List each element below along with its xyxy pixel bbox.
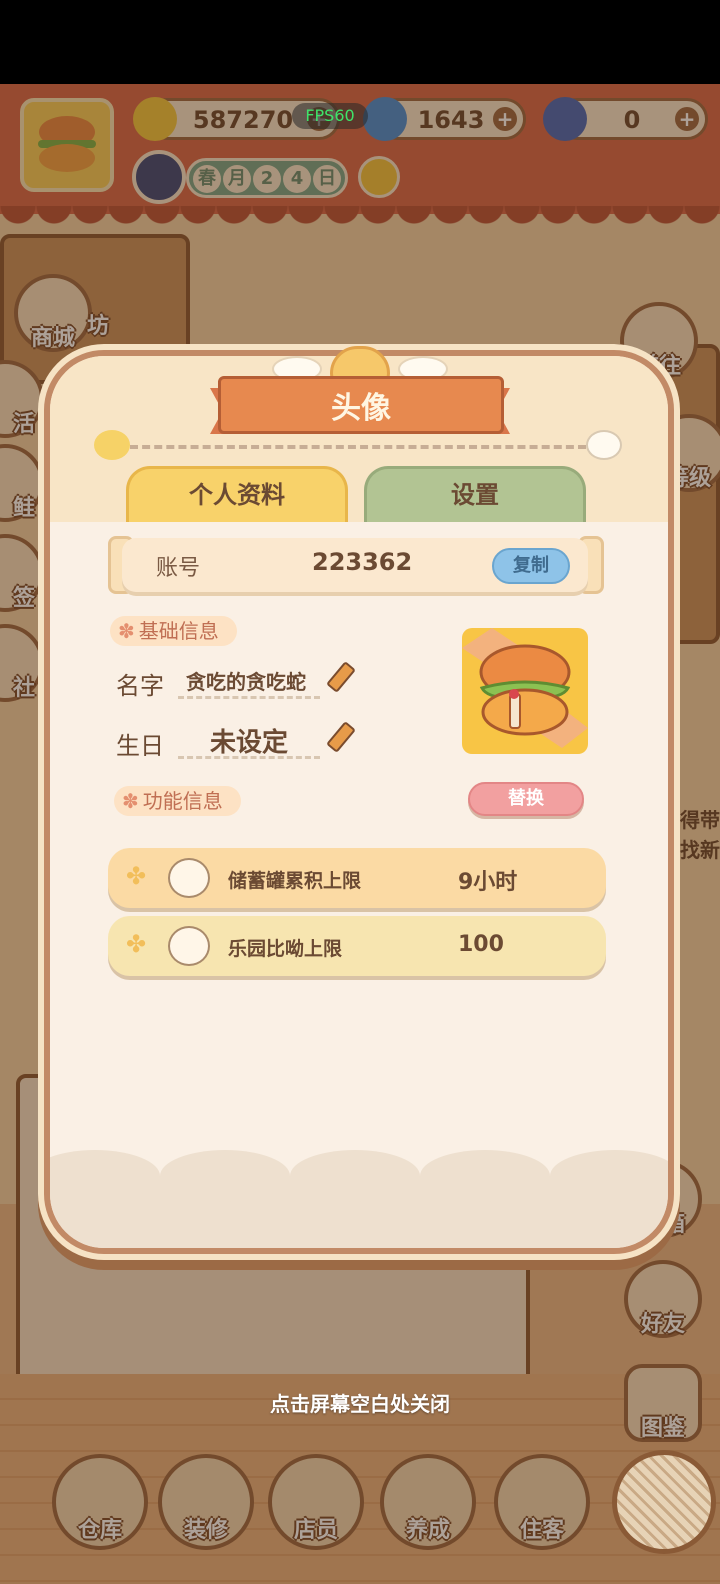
paradise-limit-value: 100	[458, 932, 504, 957]
savings-limit-value: 9小时	[458, 870, 518, 895]
fps-counter: FPS60	[292, 103, 368, 129]
account-label: 账号	[156, 556, 201, 581]
function-info-section: ✽ 功能信息	[114, 786, 241, 816]
basic-info-section: ✽ 基础信息	[110, 616, 237, 646]
dialog-footer-wave	[50, 1150, 668, 1248]
burger-character-icon	[462, 628, 588, 748]
dashed-divider	[130, 445, 586, 449]
info-row-savings: ✤ 储蓄罐累积上限 9小时	[108, 848, 606, 908]
tab-settings[interactable]: 设置	[364, 466, 586, 522]
replace-avatar-button[interactable]: 替换	[468, 782, 584, 816]
copy-button[interactable]: 复制	[492, 548, 570, 584]
savings-limit-label: 储蓄罐累积上限	[228, 870, 362, 892]
birthday-value: 未设定	[210, 728, 289, 758]
name-underline	[178, 696, 320, 699]
cat-pair-icon	[168, 926, 210, 966]
wave-decoration	[550, 1150, 668, 1202]
yellow-chick-icon	[94, 430, 130, 460]
tab-profile[interactable]: 个人资料	[126, 466, 348, 522]
wave-decoration	[50, 1150, 160, 1202]
wave-decoration	[420, 1150, 550, 1202]
info-row-paradise: ✤ 乐园比呦上限 100	[108, 916, 606, 976]
dialog-title: 头像	[331, 391, 391, 426]
name-label: 名字	[116, 672, 164, 700]
flower-icon: ✽	[122, 789, 139, 813]
flower-icon: ✽	[118, 619, 135, 643]
birthday-underline	[178, 756, 320, 759]
wave-decoration	[290, 1150, 420, 1202]
profile-portrait	[462, 628, 588, 754]
account-id: 223362	[312, 548, 413, 576]
wave-decoration	[160, 1150, 290, 1202]
close-hint: 点击屏幕空白处关闭	[270, 1392, 450, 1416]
birthday-label: 生日	[116, 732, 164, 760]
yarn-ball-button[interactable]	[612, 1450, 716, 1554]
piggy-bank-icon	[168, 858, 210, 898]
white-chick-icon	[586, 430, 622, 460]
clover-icon: ✤	[126, 930, 147, 958]
paradise-limit-label: 乐园比呦上限	[228, 938, 343, 960]
clover-icon: ✤	[126, 862, 147, 890]
basic-info-label: 基础信息	[138, 619, 219, 643]
name-value: 贪吃的贪吃蛇	[186, 670, 306, 694]
function-info-label: 功能信息	[142, 789, 223, 813]
